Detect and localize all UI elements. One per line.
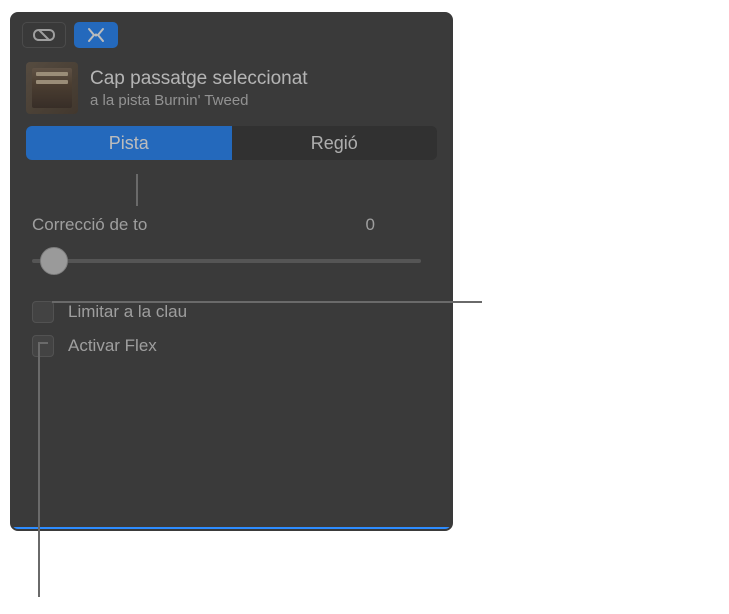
enable-flex-row: Activar Flex bbox=[32, 335, 431, 357]
header-text: Cap passatge seleccionat a la pista Burn… bbox=[90, 68, 308, 109]
snap-icon bbox=[83, 27, 109, 43]
enable-flex-label: Activar Flex bbox=[68, 336, 157, 356]
loop-toggle-button[interactable] bbox=[22, 22, 66, 48]
track-thumbnail bbox=[26, 62, 78, 114]
loop-icon bbox=[31, 27, 57, 43]
limit-to-key-checkbox[interactable] bbox=[32, 301, 54, 323]
callout-line bbox=[136, 174, 138, 206]
tab-track[interactable]: Pista bbox=[26, 126, 232, 160]
toolbar bbox=[12, 14, 451, 54]
slider-thumb[interactable] bbox=[40, 247, 68, 275]
header-title: Cap passatge seleccionat bbox=[90, 68, 308, 90]
tab-region[interactable]: Regió bbox=[232, 126, 438, 160]
pitch-correction-row: Correcció de to 0 bbox=[32, 215, 431, 235]
enable-flex-checkbox[interactable] bbox=[32, 335, 54, 357]
panel-body: Correcció de to 0 Limitar a la clau Acti… bbox=[12, 170, 451, 389]
callout-line bbox=[38, 342, 40, 597]
callout-line bbox=[52, 301, 482, 303]
header-subtitle: a la pista Burnin' Tweed bbox=[90, 92, 308, 109]
pitch-correction-label: Correcció de to bbox=[32, 215, 147, 235]
header-section: Cap passatge seleccionat a la pista Burn… bbox=[12, 54, 451, 126]
limit-to-key-row: Limitar a la clau bbox=[32, 301, 431, 323]
callout-line bbox=[38, 342, 48, 344]
pitch-correction-slider[interactable] bbox=[32, 243, 431, 279]
editor-panel: Cap passatge seleccionat a la pista Burn… bbox=[10, 12, 453, 531]
track-region-tabs: Pista Regió bbox=[26, 126, 437, 160]
pitch-correction-value: 0 bbox=[366, 215, 431, 235]
limit-to-key-label: Limitar a la clau bbox=[68, 302, 187, 322]
snap-toggle-button[interactable] bbox=[74, 22, 118, 48]
slider-track bbox=[32, 259, 421, 263]
panel-bottom-accent bbox=[12, 527, 451, 529]
